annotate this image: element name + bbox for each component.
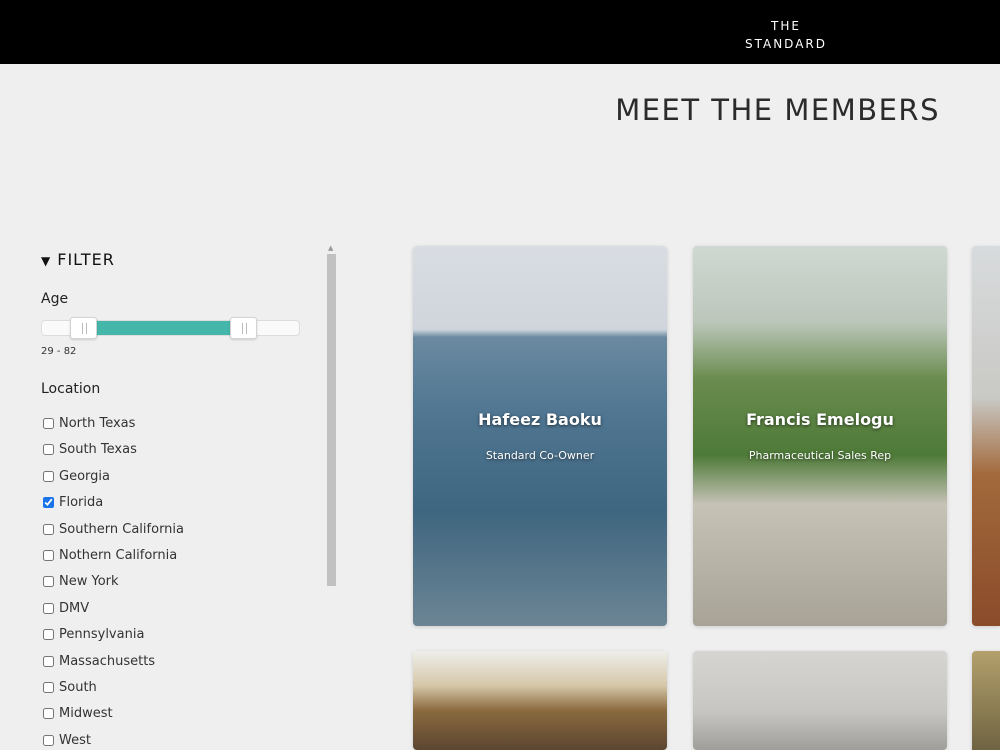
filter-toggle[interactable]: ▼ FILTER (41, 250, 115, 269)
location-checkbox[interactable] (43, 655, 54, 667)
scroll-up-arrow-icon[interactable]: ▲ (328, 244, 333, 252)
location-checkbox[interactable] (43, 629, 54, 641)
location-checkbox[interactable] (43, 497, 54, 509)
scrollbar-thumb[interactable] (327, 254, 336, 586)
caret-down-icon: ▼ (41, 254, 52, 268)
top-navbar: THE STANDARD (0, 0, 1000, 64)
member-role: Pharmaceutical Sales Rep (748, 449, 892, 462)
location-checkbox[interactable] (43, 708, 54, 720)
location-option-label: South Texas (59, 442, 137, 458)
location-option-label: South (59, 679, 97, 695)
location-option[interactable]: Midwest (43, 706, 303, 732)
location-option-label: DMV (59, 600, 90, 616)
location-option[interactable]: Pennsylvania (43, 627, 303, 653)
member-photo (693, 651, 947, 750)
member-photo (413, 246, 667, 626)
location-option-label: North Texas (59, 416, 136, 431)
member-photo (413, 651, 667, 750)
location-checkbox[interactable] (43, 523, 54, 535)
location-option[interactable]: Southern California (43, 522, 303, 548)
member-card[interactable]: Francis Emelogu Pharmaceutical Sales Rep (693, 246, 947, 626)
filter-title: FILTER (57, 250, 115, 269)
location-option[interactable]: Nothern California (43, 548, 303, 574)
member-card-partial[interactable] (693, 651, 947, 750)
location-option-label: Pennsylvania (59, 627, 145, 643)
location-checkbox[interactable] (43, 418, 54, 429)
location-checkbox[interactable] (43, 576, 54, 588)
site-logo[interactable]: THE STANDARD (736, 17, 836, 53)
slider-range-fill (83, 321, 243, 335)
member-photo (972, 651, 1000, 750)
location-label: Location (41, 381, 101, 397)
location-checkbox[interactable] (43, 444, 54, 456)
location-option-label: Southern California (59, 521, 184, 537)
member-card[interactable]: Hafeez Baoku Standard Co-Owner (413, 246, 667, 626)
location-option-label: Georgia (59, 468, 110, 484)
member-card-partial[interactable] (972, 246, 1000, 626)
location-option-label: New York (59, 574, 119, 590)
member-card-partial[interactable] (413, 651, 667, 750)
logo-line-1: THE (771, 19, 801, 33)
member-card-partial[interactable] (972, 651, 1000, 750)
location-option[interactable]: West (43, 733, 303, 750)
filter-panel: ▼ FILTER Age 29 - 82 Location North Texas… (28, 240, 340, 750)
location-option-label: Massachusetts (59, 653, 156, 669)
location-option[interactable]: South Texas (43, 442, 303, 468)
member-name: Hafeez Baoku (478, 410, 602, 429)
logo-line-2: STANDARD (744, 37, 828, 51)
filter-scrollbar[interactable]: ▲ (325, 244, 338, 750)
location-option[interactable]: North Texas (43, 416, 303, 442)
location-option[interactable]: Florida (43, 495, 303, 521)
location-option[interactable]: New York (43, 574, 303, 600)
member-name: Francis Emelogu (746, 410, 894, 429)
location-checkbox[interactable] (43, 470, 54, 482)
location-checkbox[interactable] (43, 681, 54, 693)
location-option[interactable]: Georgia (43, 469, 303, 495)
location-option-label: Midwest (59, 706, 113, 722)
page-title: MEET THE MEMBERS (615, 93, 940, 127)
location-checkbox[interactable] (43, 602, 54, 614)
age-range-value: 29 - 82 (41, 346, 77, 357)
location-option[interactable]: DMV (43, 601, 303, 627)
age-label: Age (41, 291, 69, 307)
location-option[interactable]: South (43, 680, 303, 706)
location-option[interactable]: Massachusetts (43, 654, 303, 680)
age-range-slider[interactable] (41, 317, 301, 339)
member-role: Standard Co-Owner (485, 449, 595, 462)
member-photo (693, 246, 947, 626)
location-option-label: Florida (59, 495, 104, 511)
member-photo (972, 246, 1000, 626)
location-checkbox[interactable] (43, 734, 54, 746)
location-option-label: Nothern California (59, 547, 178, 563)
location-checkbox[interactable] (43, 549, 54, 561)
slider-max-handle[interactable] (230, 317, 257, 339)
location-option-label: West (59, 732, 91, 748)
slider-min-handle[interactable] (70, 317, 97, 339)
location-list: North Texas South Texas Georgia Florida Sout… (43, 416, 303, 750)
